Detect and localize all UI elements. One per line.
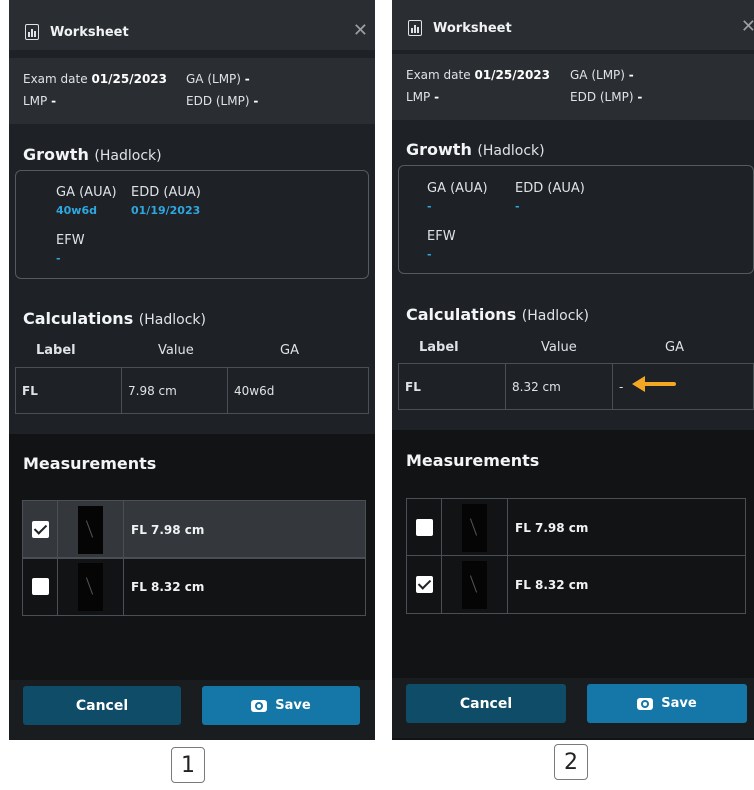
growth-card: GA (AUA) 40w6d EDD (AUA) 01/19/2023 EFW … bbox=[15, 170, 369, 279]
calculations-method: (Hadlock) bbox=[521, 308, 589, 324]
measurement-row[interactable]: FL 8.32 cm bbox=[406, 555, 746, 614]
col-header-value: Value bbox=[158, 343, 194, 358]
exam-date-value: 01/25/2023 bbox=[91, 72, 167, 86]
growth-method: (Hadlock) bbox=[477, 143, 545, 159]
worksheet-header: Worksheet ✕ bbox=[392, 0, 754, 50]
ultrasound-thumbnail bbox=[462, 503, 487, 552]
growth-title: Growth (Hadlock) bbox=[23, 145, 162, 164]
calc-ga: 40w6d bbox=[234, 383, 275, 398]
save-label: Save bbox=[661, 696, 697, 711]
measurement-row[interactable]: FL 7.98 cm bbox=[22, 500, 366, 559]
measurement-row[interactable]: FL 8.32 cm bbox=[22, 557, 366, 616]
cancel-button[interactable]: Cancel bbox=[23, 686, 181, 725]
close-icon[interactable]: ✕ bbox=[741, 18, 754, 36]
ga-lmp-value: - bbox=[628, 68, 634, 82]
edd-lmp-label: EDD (LMP) bbox=[186, 94, 250, 108]
col-header-label: Label bbox=[419, 340, 459, 355]
measurements-title: Measurements bbox=[406, 451, 540, 470]
calc-value: 8.32 cm bbox=[506, 364, 613, 409]
measurement-text: FL 8.32 cm bbox=[131, 579, 205, 594]
edd-lmp-value: - bbox=[637, 90, 643, 104]
ultrasound-thumbnail bbox=[78, 562, 103, 611]
step-badge-1: 1 bbox=[171, 747, 205, 783]
ga-aua-label: GA (AUA) bbox=[427, 181, 488, 196]
lmp-label: LMP bbox=[23, 94, 48, 108]
calculations-title: Calculations (Hadlock) bbox=[23, 309, 206, 328]
save-button[interactable]: Save bbox=[587, 684, 747, 723]
lmp-value: - bbox=[51, 94, 57, 108]
ga-aua-value: 40w6d bbox=[56, 204, 97, 217]
camera-icon bbox=[637, 697, 654, 710]
checkbox-unchecked[interactable] bbox=[415, 519, 433, 536]
worksheet-header: Worksheet ✕ bbox=[9, 0, 375, 50]
efw-value: - bbox=[56, 252, 61, 265]
efw-value: - bbox=[427, 248, 432, 261]
worksheet-panel-2: Worksheet ✕ Exam date 01/25/2023 GA (LMP… bbox=[392, 0, 754, 740]
measurement-row[interactable]: FL 7.98 cm bbox=[406, 498, 746, 557]
ga-lmp-value: - bbox=[244, 72, 250, 86]
calc-row-fl: FL 8.32 cm - bbox=[398, 363, 754, 410]
growth-card: GA (AUA) - EDD (AUA) - EFW - bbox=[398, 165, 754, 274]
ga-aua-label: GA (AUA) bbox=[56, 185, 117, 200]
edd-aua-label: EDD (AUA) bbox=[515, 181, 585, 196]
measurement-text: FL 8.32 cm bbox=[515, 577, 589, 592]
edd-aua-label: EDD (AUA) bbox=[131, 185, 201, 200]
edd-lmp-label: EDD (LMP) bbox=[570, 90, 634, 104]
checkbox-checked[interactable] bbox=[415, 576, 433, 593]
calc-value: 7.98 cm bbox=[122, 368, 228, 413]
calc-label: FL bbox=[399, 364, 506, 409]
edd-aua-value: 01/19/2023 bbox=[131, 204, 201, 217]
exam-date-value: 01/25/2023 bbox=[474, 68, 550, 82]
ga-lmp-label: GA (LMP) bbox=[570, 68, 625, 82]
step-badge-2: 2 bbox=[554, 744, 588, 780]
efw-label: EFW bbox=[427, 229, 456, 244]
lmp-label: LMP bbox=[406, 90, 431, 104]
exam-info: Exam date 01/25/2023 GA (LMP) - LMP - ED… bbox=[9, 58, 375, 124]
calculations-method: (Hadlock) bbox=[138, 312, 206, 328]
worksheet-panel-1: Worksheet ✕ Exam date 01/25/2023 GA (LMP… bbox=[9, 0, 375, 740]
edd-lmp-value: - bbox=[253, 94, 259, 108]
worksheet-title: Worksheet bbox=[433, 21, 512, 36]
col-header-ga: GA bbox=[665, 340, 684, 355]
calc-label: FL bbox=[16, 368, 122, 413]
col-header-value: Value bbox=[541, 340, 577, 355]
worksheet-icon bbox=[25, 24, 39, 40]
edd-aua-value: - bbox=[515, 200, 520, 213]
ultrasound-thumbnail bbox=[78, 505, 103, 554]
save-label: Save bbox=[275, 698, 311, 713]
ga-aua-value: - bbox=[427, 200, 432, 213]
col-header-label: Label bbox=[36, 343, 76, 358]
measurements-title: Measurements bbox=[23, 454, 157, 473]
calculations-title: Calculations (Hadlock) bbox=[406, 305, 589, 324]
ultrasound-thumbnail bbox=[462, 560, 487, 609]
camera-icon bbox=[251, 699, 268, 712]
growth-title: Growth (Hadlock) bbox=[406, 140, 545, 159]
cancel-button[interactable]: Cancel bbox=[406, 684, 566, 723]
efw-label: EFW bbox=[56, 233, 85, 248]
measurement-text: FL 7.98 cm bbox=[515, 520, 589, 535]
ga-lmp-label: GA (LMP) bbox=[186, 72, 241, 86]
close-icon[interactable]: ✕ bbox=[353, 22, 368, 40]
checkbox-unchecked[interactable] bbox=[31, 578, 49, 595]
measurement-text: FL 7.98 cm bbox=[131, 522, 205, 537]
arrow-left-icon bbox=[632, 376, 676, 392]
footer: Cancel Save bbox=[392, 678, 754, 738]
col-header-ga: GA bbox=[280, 343, 299, 358]
exam-date-label: Exam date bbox=[23, 72, 88, 86]
exam-info: Exam date 01/25/2023 GA (LMP) - LMP - ED… bbox=[392, 54, 754, 120]
calc-row-fl: FL 7.98 cm 40w6d bbox=[15, 367, 369, 414]
lmp-value: - bbox=[434, 90, 440, 104]
worksheet-icon bbox=[408, 20, 422, 36]
exam-date-label: Exam date bbox=[406, 68, 471, 82]
checkbox-checked[interactable] bbox=[31, 521, 49, 538]
footer: Cancel Save bbox=[9, 680, 375, 740]
worksheet-title: Worksheet bbox=[50, 25, 129, 40]
growth-method: (Hadlock) bbox=[94, 148, 162, 164]
save-button[interactable]: Save bbox=[202, 686, 360, 725]
